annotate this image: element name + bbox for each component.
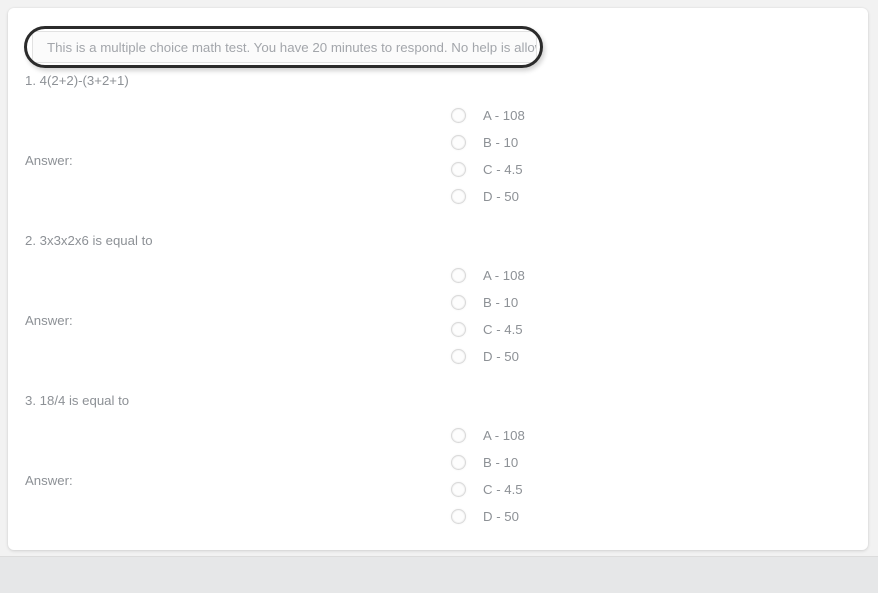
option-row[interactable]: D - 50 xyxy=(451,343,525,370)
option-label: C - 4.5 xyxy=(483,162,523,177)
instruction-text-input[interactable]: This is a multiple choice math test. You… xyxy=(32,31,537,63)
question-text: 3. 18/4 is equal to xyxy=(25,393,130,408)
question-text: 2. 3x3x2x6 is equal to xyxy=(25,233,153,248)
radio-button-icon[interactable] xyxy=(451,349,466,364)
option-row[interactable]: B - 10 xyxy=(451,449,525,476)
option-label: B - 10 xyxy=(483,135,519,150)
radio-button-icon[interactable] xyxy=(451,455,466,470)
option-row[interactable]: C - 4.5 xyxy=(451,476,525,503)
radio-button-icon[interactable] xyxy=(451,509,466,524)
option-label: D - 50 xyxy=(483,349,519,364)
option-row[interactable]: B - 10 xyxy=(451,289,525,316)
option-label: D - 50 xyxy=(483,509,519,524)
instruction-field-group: This is a multiple choice math test. You… xyxy=(24,26,543,68)
option-label: A - 108 xyxy=(483,428,525,443)
page-root: This is a multiple choice math test. You… xyxy=(0,0,878,593)
option-row[interactable]: C - 4.5 xyxy=(451,156,525,183)
option-label: B - 10 xyxy=(483,295,519,310)
instruction-text: This is a multiple choice math test. You… xyxy=(47,39,537,55)
option-label: A - 108 xyxy=(483,268,525,283)
radio-button-icon[interactable] xyxy=(451,108,466,123)
options-group: A - 108 B - 10 C - 4.5 D - 50 xyxy=(451,102,525,210)
footer-bar: Save Next xyxy=(0,556,878,593)
options-group: A - 108 B - 10 C - 4.5 D - 50 xyxy=(451,422,525,530)
option-row[interactable]: A - 108 xyxy=(451,262,525,289)
answer-label: Answer: xyxy=(25,153,73,168)
option-row[interactable]: D - 50 xyxy=(451,183,525,210)
radio-button-icon[interactable] xyxy=(451,428,466,443)
radio-button-icon[interactable] xyxy=(451,189,466,204)
test-card: This is a multiple choice math test. You… xyxy=(8,8,868,550)
option-label: C - 4.5 xyxy=(483,482,523,497)
option-label: A - 108 xyxy=(483,108,525,123)
radio-button-icon[interactable] xyxy=(451,135,466,150)
radio-button-icon[interactable] xyxy=(451,322,466,337)
answer-label: Answer: xyxy=(25,313,73,328)
radio-button-icon[interactable] xyxy=(451,295,466,310)
answer-label: Answer: xyxy=(25,473,73,488)
option-row[interactable]: D - 50 xyxy=(451,503,525,530)
question-text: 1. 4(2+2)-(3+2+1) xyxy=(25,73,129,88)
option-label: D - 50 xyxy=(483,189,519,204)
option-row[interactable]: A - 108 xyxy=(451,422,525,449)
radio-button-icon[interactable] xyxy=(451,162,466,177)
option-row[interactable]: C - 4.5 xyxy=(451,316,525,343)
option-label: B - 10 xyxy=(483,455,519,470)
radio-button-icon[interactable] xyxy=(451,268,466,283)
radio-button-icon[interactable] xyxy=(451,482,466,497)
option-row[interactable]: B - 10 xyxy=(451,129,525,156)
options-group: A - 108 B - 10 C - 4.5 D - 50 xyxy=(451,262,525,370)
option-label: C - 4.5 xyxy=(483,322,523,337)
option-row[interactable]: A - 108 xyxy=(451,102,525,129)
